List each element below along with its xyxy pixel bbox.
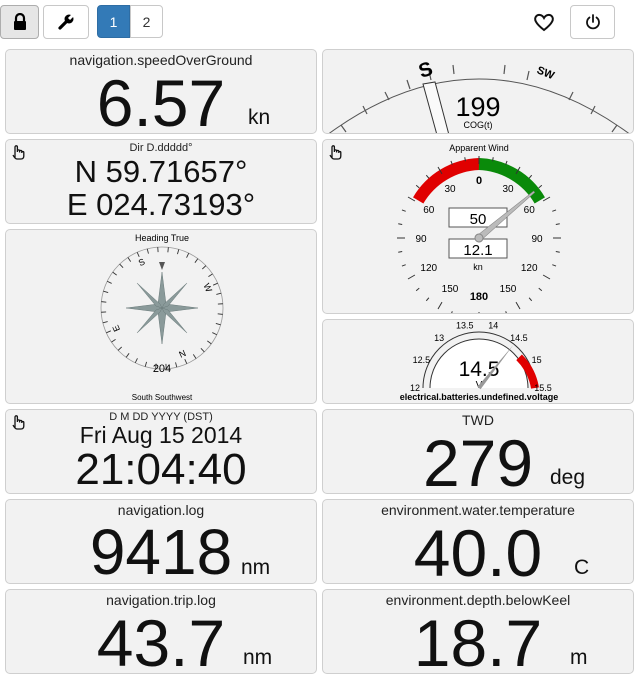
wind-tick-label: 150: [500, 284, 517, 295]
voltage-path: electrical.batteries.undefined.voltage: [400, 392, 559, 402]
heading-compass: Heading True N E S W 204 South Southwest: [100, 233, 224, 402]
hand-pointer-icon[interactable]: [327, 144, 343, 160]
lock-icon: [13, 13, 26, 30]
twd-unit: deg: [550, 466, 586, 489]
wind-title: Apparent Wind: [449, 143, 509, 153]
latitude-value: N 59.71657°: [74, 154, 248, 189]
settings-button[interactable]: [43, 5, 89, 39]
cog-cardinal-sw: SW: [535, 64, 556, 82]
cog-tile: S SW 199 COG(t): [322, 49, 634, 134]
log-tile: navigation.log 9418 nm: [5, 499, 317, 584]
voltage-tick-label: 13: [434, 333, 444, 343]
voltage-tile: 1212.51313.51414.51515.5 14.5 V electric…: [322, 319, 634, 404]
heart-icon[interactable]: [533, 12, 555, 32]
wind-speed-value: 12.1: [463, 242, 492, 259]
wrench-icon: [58, 13, 75, 30]
water-temp-tile: environment.water.temperature 40.0 C: [322, 499, 634, 584]
voltage-tick-label: 12.5: [413, 355, 431, 365]
speed-tile: navigation.speedOverGround 6.57 kn: [5, 49, 317, 134]
heading-direction: South Southwest: [132, 393, 193, 402]
wind-tick-label: 90: [531, 234, 543, 245]
time-value: 21:04:40: [75, 445, 247, 494]
depth-unit: m: [570, 646, 588, 669]
voltage-tick-label: 14: [488, 321, 498, 331]
wind-tick-label: 150: [442, 284, 459, 295]
page-1-button[interactable]: 1: [97, 5, 130, 38]
twd-tile: TWD 279 deg: [322, 409, 634, 494]
cog-compass: S SW 199 COG(t): [329, 58, 629, 133]
lock-button[interactable]: [0, 5, 39, 39]
heading-needle: [159, 262, 165, 270]
wind-tick-label: 0: [476, 175, 482, 187]
wind-port-arc: [413, 158, 480, 204]
wind-unit: kn: [473, 262, 483, 272]
position-format: Dir D.ddddd°: [129, 142, 193, 154]
wind-angle-value: 50: [470, 211, 487, 228]
voltage-gauge: 1212.51313.51414.51515.5 14.5 V electric…: [400, 321, 559, 402]
wind-tick-label: 120: [521, 263, 538, 274]
page-2-button[interactable]: 2: [130, 5, 163, 38]
heading-value: 204: [153, 363, 171, 375]
wind-tick-label: 30: [444, 184, 456, 195]
longitude-value: E 024.73193°: [66, 187, 256, 222]
twd-value: 279: [422, 426, 534, 494]
wind-tick-label: 60: [423, 205, 435, 216]
cog-label: COG(t): [464, 120, 493, 130]
datetime-tile: D M DD YYYY (DST) Fri Aug 15 2014 21:04:…: [5, 409, 317, 494]
date-value: Fri Aug 15 2014: [79, 422, 243, 448]
wind-tick-label: 30: [502, 184, 514, 195]
compass-rose: [125, 271, 199, 345]
heading-cardinal-label: S: [137, 257, 147, 269]
power-button[interactable]: [570, 5, 615, 39]
wind-tick-label: 60: [524, 205, 536, 216]
trip-unit: nm: [243, 646, 273, 669]
wind-tick-label: 120: [420, 263, 437, 274]
cog-cardinal-s: S: [416, 58, 435, 83]
wind-tick-label: 180: [470, 291, 488, 303]
wind-gauge: Apparent Wind 0 30 60 90 120 150 180 150 120 90 60…: [397, 143, 561, 313]
water-temp-unit: C: [574, 556, 590, 579]
voltage-tick-label: 14.5: [510, 333, 528, 343]
wind-tile: Apparent Wind 0 30 60 90 120 150 180 150 120 90 60…: [322, 139, 634, 314]
power-icon: [585, 14, 600, 30]
trip-tile: navigation.trip.log 43.7 nm: [5, 589, 317, 674]
cog-value: 199: [455, 92, 500, 122]
wind-tick-label: 90: [415, 234, 427, 245]
heading-cardinal-label: E: [111, 324, 123, 334]
heading-title: Heading True: [135, 233, 189, 243]
heading-tile: Heading True N E S W 204 South Southwest: [5, 229, 317, 404]
speed-unit: kn: [248, 106, 271, 129]
log-unit: nm: [241, 556, 271, 579]
depth-tile: environment.depth.belowKeel 18.7 m: [322, 589, 634, 674]
heading-cardinal-label: N: [177, 348, 187, 360]
voltage-tick-label: 15: [532, 355, 542, 365]
position-tile: Dir D.ddddd° N 59.71657° E 024.73193°: [5, 139, 317, 224]
voltage-tick-label: 13.5: [456, 321, 474, 331]
heading-cardinal-label: W: [201, 282, 214, 294]
cog-pointer: [422, 81, 449, 133]
